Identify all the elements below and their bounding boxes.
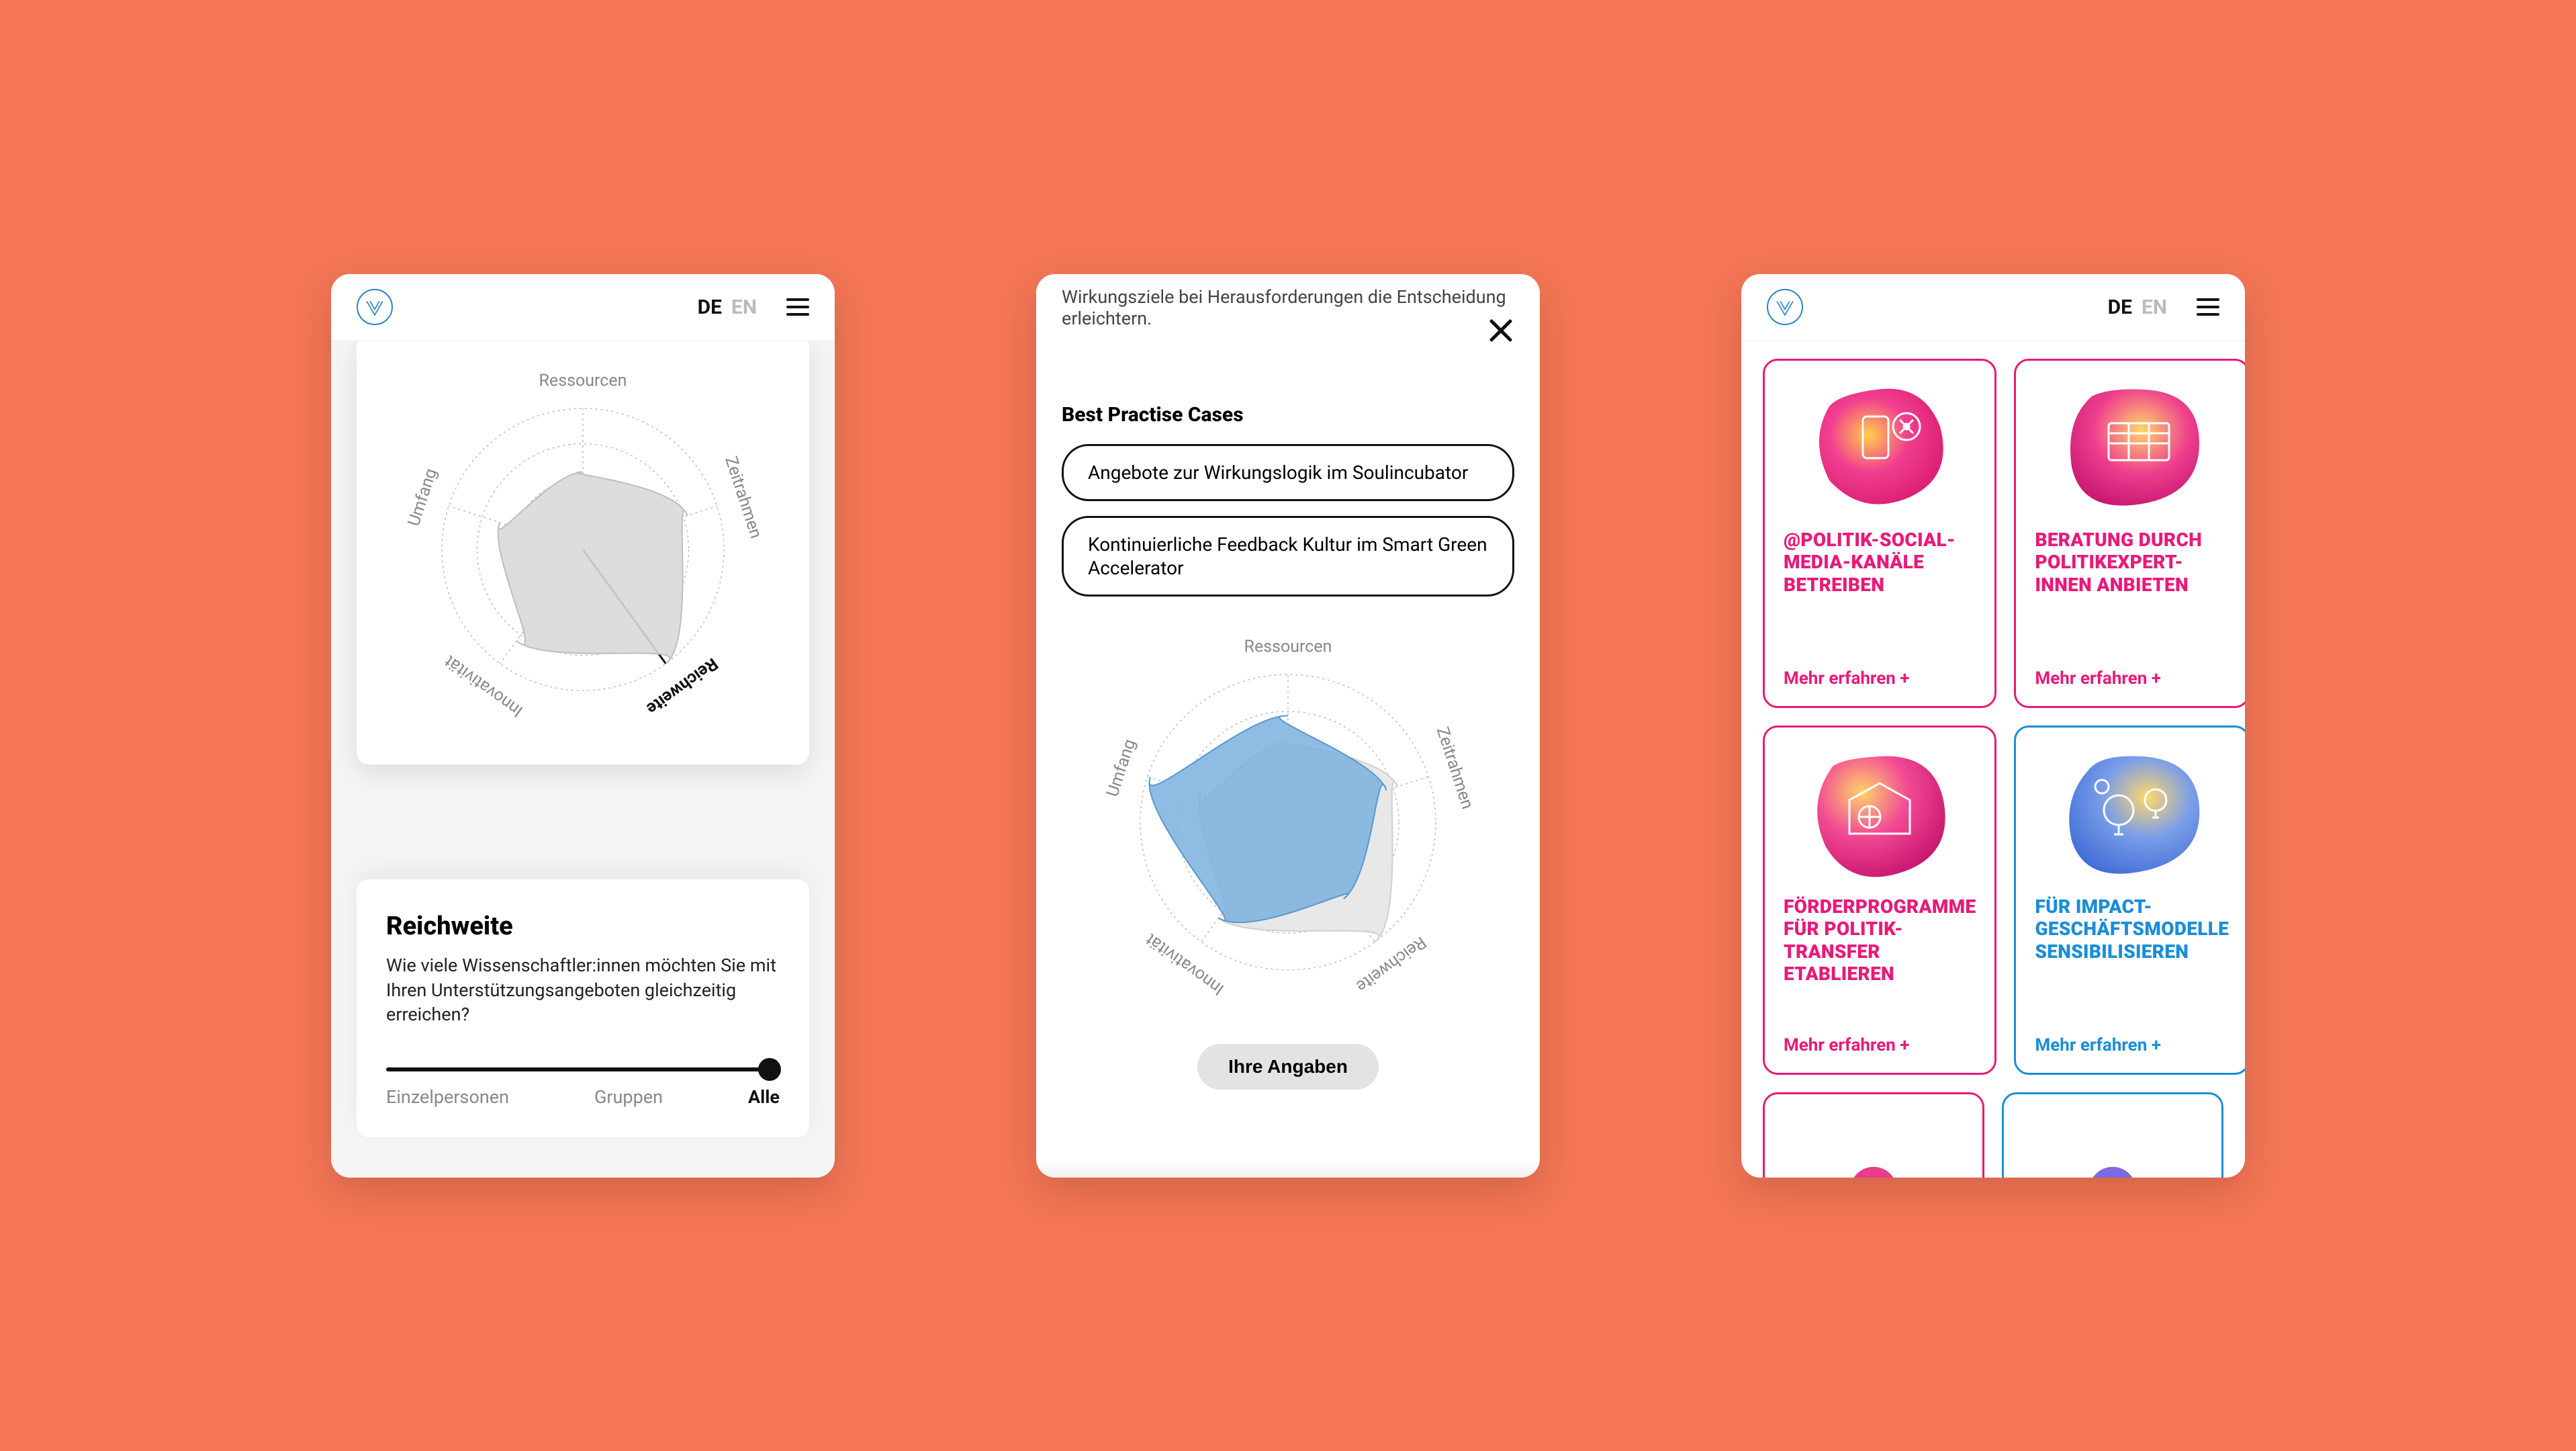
svg-text:Umfang: Umfang [1103, 736, 1140, 799]
app-header: DE EN [331, 274, 835, 341]
svg-text:Innovativität: Innovativität [441, 651, 526, 721]
logo-icon[interactable] [1767, 289, 1803, 325]
svg-text:Innovativität: Innovativität [1142, 929, 1228, 999]
phone-1-reichweite: DE EN verfügbar? RessourcenZeitrahmenRei… [331, 274, 835, 1178]
svg-text:Reichweite: Reichweite [643, 653, 721, 717]
logo-icon[interactable] [357, 289, 393, 325]
lang-en[interactable]: EN [731, 296, 757, 319]
question-text: Wie viele Wissenschaftler:innen möchten … [386, 953, 780, 1026]
menu-icon[interactable] [786, 298, 809, 316]
card-illustration-icon [1784, 1106, 1964, 1178]
card-title: FÜR IMPACT-GESCHÄFTSMODELLE SENSIBILISIE… [2035, 895, 2229, 963]
slider-labels: Einzelpersonen Gruppen Alle [386, 1086, 780, 1108]
svg-text:Reichweite: Reichweite [1352, 932, 1430, 996]
card-politik-social[interactable]: @POLITIK-SOCIAL-MEDIA-KANÄLE BETREIBEN M… [1763, 359, 1996, 708]
phone-3-cards: DE EN @POLITIK-SOCIAL-MEDIA-KANÄLE BETRE… [1741, 274, 2245, 1178]
card-impact-geschaeftsmodelle[interactable]: FÜR IMPACT-GESCHÄFTSMODELLE SENSIBILISIE… [2014, 726, 2245, 1075]
best-practise-heading: Best Practise Cases [1062, 403, 1514, 427]
card-illustration-icon [2035, 746, 2229, 881]
question-title: Reichweite [386, 912, 780, 941]
svg-text:Zeitrahmen: Zeitrahmen [1432, 724, 1477, 811]
menu-icon[interactable] [2197, 298, 2219, 316]
ihre-angaben-button[interactable]: Ihre Angaben [1197, 1044, 1379, 1090]
svg-text:Umfang: Umfang [404, 466, 441, 529]
card-more-link[interactable]: Mehr erfahren + [1784, 1035, 1976, 1055]
card-more-link[interactable]: Mehr erfahren + [1784, 668, 1976, 689]
card-illustration-icon [1784, 746, 1976, 881]
app-header: DE EN [1741, 274, 2245, 341]
card-title: FÖRDERPROGRAMME FÜR POLITIK-TRANSFER ETA… [1784, 895, 1976, 985]
card-beratung[interactable]: BERATUNG DURCH POLITIKEXPERT-INNEN ANBIE… [2014, 359, 2245, 708]
case-link-1[interactable]: Angebote zur Wirkungslogik im Soulincuba… [1062, 444, 1514, 501]
lang-de[interactable]: DE [698, 296, 722, 319]
close-icon[interactable] [1486, 316, 1516, 345]
radar-chart-comparison: Ressourcen Zeitrahmen Reichweite Innovativi… [1080, 627, 1496, 1017]
card-foerderprogramme[interactable]: FÖRDERPROGRAMME FÜR POLITIK-TRANSFER ETA… [1763, 726, 1996, 1075]
card-illustration-icon [2035, 380, 2229, 514]
lang-de[interactable]: DE [2108, 296, 2132, 319]
svg-text:Zeitrahmen: Zeitrahmen [721, 453, 766, 540]
language-switch[interactable]: DE EN [2108, 296, 2167, 319]
radar-chart: Ressourcen Zeitrahmen Reichweite Innovativi… [381, 361, 784, 738]
question-card: Reichweite Wie viele Wissenschaftler:inn… [357, 879, 809, 1137]
bottom-fade [1036, 1160, 1540, 1178]
reach-slider[interactable] [386, 1067, 780, 1071]
card-illustration-icon [1784, 380, 1976, 514]
card-more-link[interactable]: Mehr erfahren + [2035, 1035, 2229, 1055]
card-title: @POLITIK-SOCIAL-MEDIA-KANÄLE BETREIBEN [1784, 529, 1976, 597]
intro-text-clipped: Wirkungsziele bei Herausforderungen die … [1062, 286, 1514, 329]
card-peek-1[interactable] [1763, 1092, 1984, 1178]
card-illustration-icon [2023, 1106, 2203, 1178]
slider-thumb[interactable] [758, 1058, 781, 1081]
language-switch[interactable]: DE EN [698, 296, 757, 319]
phone-2-best-practise: Wirkungsziele bei Herausforderungen die … [1036, 274, 1540, 1178]
radar-chart-card: Ressourcen Zeitrahmen Reichweite Innovativi… [357, 335, 809, 764]
svg-text:Ressourcen: Ressourcen [1244, 637, 1332, 656]
svg-text:Ressourcen: Ressourcen [539, 371, 627, 390]
case-link-2[interactable]: Kontinuierliche Feedback Kultur im Smart… [1062, 516, 1514, 597]
card-peek-2[interactable] [2002, 1092, 2223, 1178]
lang-en[interactable]: EN [2142, 296, 2167, 319]
card-title: BERATUNG DURCH POLITIKEXPERT-INNEN ANBIE… [2035, 529, 2229, 597]
card-more-link[interactable]: Mehr erfahren + [2035, 668, 2229, 689]
